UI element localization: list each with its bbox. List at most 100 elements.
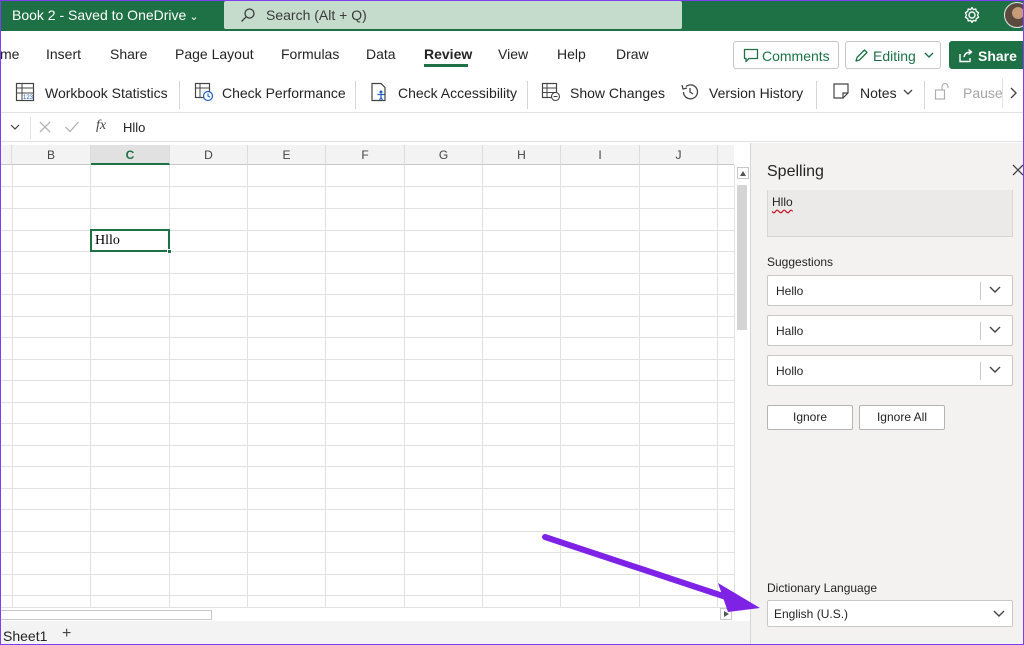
workbook-statistics-icon: 123 — [15, 82, 35, 102]
active-tab-indicator — [424, 64, 468, 67]
column-header-k[interactable] — [718, 145, 734, 165]
ribbon-divider — [355, 81, 356, 109]
column-header-h[interactable]: H — [483, 145, 561, 165]
gear-icon[interactable] — [962, 5, 982, 25]
tab-help[interactable]: Help — [557, 46, 586, 62]
suggestion-item[interactable]: Hello — [767, 275, 1013, 306]
chevron-right-icon — [1010, 87, 1017, 99]
scroll-right-button[interactable] — [720, 608, 732, 620]
grid-line — [0, 445, 734, 446]
worksheet-grid[interactable]: B C D E F G H I J Hllo — [0, 145, 734, 607]
share-icon — [959, 48, 973, 63]
grid-line — [0, 294, 734, 295]
enter-check-icon[interactable] — [64, 120, 80, 134]
tab-view[interactable]: View — [498, 46, 528, 62]
share-button[interactable]: Share — [949, 41, 1024, 69]
editing-mode-button[interactable]: Editing — [845, 41, 941, 69]
notes-label: Notes — [860, 85, 897, 101]
grid-line — [0, 380, 734, 381]
horizontal-scroll-thumb[interactable] — [0, 610, 212, 620]
grid-line — [0, 509, 734, 510]
search-icon — [241, 8, 255, 22]
fill-handle[interactable] — [167, 249, 172, 254]
spelling-pane: Spelling Hllo Suggestions Hello Hallo Ho… — [750, 143, 1024, 645]
check-performance-label: Check Performance — [222, 85, 346, 101]
comments-button[interactable]: Comments — [733, 41, 839, 69]
close-icon[interactable] — [1012, 164, 1024, 176]
chevron-down-icon[interactable] — [10, 122, 20, 132]
avatar[interactable] — [1004, 2, 1024, 28]
column-header-e[interactable]: E — [248, 145, 326, 165]
document-title-text: Book 2 - Saved to OneDrive — [12, 7, 187, 23]
vertical-scrollbar[interactable] — [734, 165, 750, 607]
dictionary-language-select[interactable]: English (U.S.) — [767, 600, 1013, 627]
ribbon-divider — [816, 81, 817, 109]
scroll-up-button[interactable] — [737, 167, 749, 179]
sheet-tab-bar: Sheet1 + — [0, 621, 750, 645]
formula-input[interactable]: Hllo — [123, 120, 145, 135]
tab-draw[interactable]: Draw — [616, 46, 649, 62]
pencil-icon — [855, 49, 868, 62]
column-header-c[interactable]: C — [91, 145, 170, 165]
selected-cell-c4[interactable]: Hllo — [90, 229, 170, 252]
chevron-down-icon[interactable] — [989, 366, 1001, 374]
column-header-d[interactable]: D — [170, 145, 248, 165]
misspelled-word: Hllo — [772, 195, 793, 209]
add-sheet-button[interactable]: + — [62, 625, 71, 643]
version-history-label: Version History — [709, 85, 804, 101]
column-header-g[interactable]: G — [405, 145, 483, 165]
comment-icon — [743, 48, 759, 63]
vertical-scroll-thumb[interactable] — [737, 185, 747, 330]
grid-line — [325, 165, 326, 607]
tab-insert[interactable]: Insert — [46, 46, 81, 62]
grid-line — [560, 165, 561, 607]
chevron-down-icon[interactable] — [989, 326, 1001, 334]
tab-share[interactable]: Share — [110, 46, 147, 62]
grid-line — [0, 208, 734, 209]
sheet-tab-sheet1[interactable]: Sheet1 — [3, 628, 47, 644]
column-header-a[interactable] — [0, 145, 12, 165]
grid-line — [0, 186, 734, 187]
column-header-f[interactable]: F — [326, 145, 405, 165]
title-bar: Book 2 - Saved to OneDrive ⌄ Search (Alt … — [0, 0, 1024, 31]
tab-home[interactable]: me — [0, 46, 19, 62]
share-label: Share — [978, 48, 1017, 64]
grid-line — [0, 552, 734, 553]
suggestion-item[interactable]: Hallo — [767, 315, 1013, 346]
split-divider — [980, 322, 981, 340]
search-box[interactable]: Search (Alt + Q) — [224, 1, 682, 29]
cancel-icon[interactable] — [38, 120, 52, 134]
ignore-all-button[interactable]: Ignore All — [859, 405, 945, 430]
column-header-j[interactable]: J — [640, 145, 718, 165]
chevron-down-icon — [903, 89, 913, 95]
insert-function-icon[interactable]: fx — [96, 118, 106, 134]
tab-data[interactable]: Data — [366, 46, 396, 62]
formula-bar-divider — [30, 117, 31, 139]
grid-line — [0, 316, 734, 317]
version-history-icon — [681, 84, 699, 100]
column-header-i[interactable]: I — [561, 145, 640, 165]
triangle-right-icon — [724, 611, 729, 617]
chevron-down-icon[interactable] — [989, 286, 1001, 294]
ribbon-more-button[interactable] — [1002, 78, 1024, 108]
tab-review[interactable]: Review — [424, 46, 472, 62]
document-title[interactable]: Book 2 - Saved to OneDrive ⌄ — [12, 7, 199, 23]
formula-bar: fx Hllo — [0, 114, 1024, 142]
horizontal-scrollbar[interactable] — [0, 607, 736, 621]
review-ribbon: 123 Workbook Statistics Check Performanc… — [0, 75, 1024, 113]
chevron-down-icon: ⌄ — [189, 11, 199, 23]
tab-formulas[interactable]: Formulas — [281, 46, 339, 62]
tab-page-layout[interactable]: Page Layout — [175, 46, 254, 62]
ignore-button[interactable]: Ignore — [767, 405, 853, 430]
column-header-b[interactable]: B — [12, 145, 91, 165]
ribbon-divider — [527, 81, 528, 109]
notes-icon — [833, 83, 849, 99]
editing-label: Editing — [873, 48, 916, 64]
show-changes-icon — [541, 82, 561, 102]
grid-line — [0, 574, 734, 575]
suggestion-item[interactable]: Hollo — [767, 355, 1013, 386]
triangle-up-icon — [740, 171, 746, 176]
workbook-statistics-label: Workbook Statistics — [45, 85, 168, 101]
grid-line — [639, 165, 640, 607]
grid-line — [0, 273, 734, 274]
